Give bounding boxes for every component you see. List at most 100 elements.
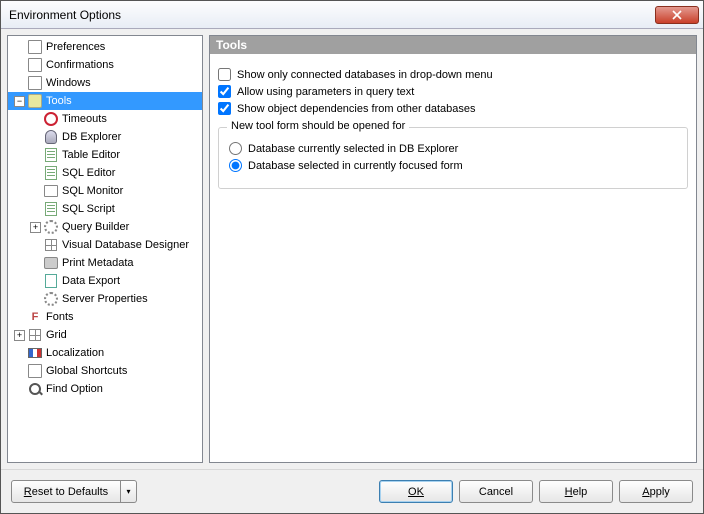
expander-spacer <box>14 60 25 71</box>
tree-item-label: Table Editor <box>62 149 120 161</box>
box-icon <box>27 57 43 73</box>
tree-item-label: Timeouts <box>62 113 107 125</box>
reset-defaults-button[interactable]: Reset to Defaults <box>11 480 121 503</box>
reset-defaults-split: Reset to Defaults ▾ <box>11 480 137 503</box>
expander-spacer <box>14 366 25 377</box>
grid-icon <box>43 237 59 253</box>
tree-item-query-builder[interactable]: + Query Builder <box>8 218 202 236</box>
export-icon <box>43 273 59 289</box>
tree-item-label: Data Export <box>62 275 120 287</box>
checkbox-label: Show only connected databases in drop-do… <box>237 69 493 81</box>
close-button[interactable] <box>655 6 699 24</box>
expander-spacer <box>14 78 25 89</box>
tree-item-data-export[interactable]: Data Export <box>8 272 202 290</box>
tree-item-global-shortcuts[interactable]: Global Shortcuts <box>8 362 202 380</box>
tree-item-timeouts[interactable]: Timeouts <box>8 110 202 128</box>
tree-item-label: Windows <box>46 77 91 89</box>
tree-item-label: Visual Database Designer <box>62 239 189 251</box>
tree-item-label: Query Builder <box>62 221 129 233</box>
tree-item-visual-database-designer[interactable]: Visual Database Designer <box>8 236 202 254</box>
panel-body: Show only connected databases in drop-do… <box>210 54 696 199</box>
apply-button[interactable]: Apply <box>619 480 693 503</box>
expander-spacer <box>30 258 41 269</box>
tree-item-sql-monitor[interactable]: SQL Monitor <box>8 182 202 200</box>
expander-spacer <box>14 312 25 323</box>
navigation-tree[interactable]: Preferences Confirmations Windows − Tools Tim… <box>7 35 203 463</box>
print-icon <box>43 255 59 271</box>
radio-label: Database selected in currently focused f… <box>248 160 463 172</box>
search-icon <box>27 381 43 397</box>
expander-spacer <box>30 150 41 161</box>
tree-item-db-explorer[interactable]: DB Explorer <box>8 128 202 146</box>
tree-item-tools[interactable]: − Tools <box>8 92 202 110</box>
tree-item-label: Confirmations <box>46 59 114 71</box>
tree-item-sql-script[interactable]: SQL Script <box>8 200 202 218</box>
box-icon <box>27 39 43 55</box>
checkbox-row: Show only connected databases in drop-do… <box>218 68 688 81</box>
tree-item-label: Find Option <box>46 383 103 395</box>
expand-icon[interactable]: + <box>14 330 25 341</box>
expander-spacer <box>30 240 41 251</box>
new-tool-form-group: New tool form should be opened for Datab… <box>218 127 688 189</box>
expander-spacer <box>14 348 25 359</box>
checkbox-1[interactable] <box>218 85 231 98</box>
environment-options-window: Environment Options Preferences Confirmat… <box>0 0 704 514</box>
radio-label: Database currently selected in DB Explor… <box>248 143 458 155</box>
reset-defaults-dropdown[interactable]: ▾ <box>121 480 137 503</box>
group-legend: New tool form should be opened for <box>227 120 409 132</box>
radio-row: Database selected in currently focused f… <box>229 159 677 172</box>
radio-0[interactable] <box>229 142 242 155</box>
tree-item-label: Grid <box>46 329 67 341</box>
gear-icon <box>43 219 59 235</box>
expander-spacer <box>30 204 41 215</box>
tree-item-label: DB Explorer <box>62 131 121 143</box>
window-title: Environment Options <box>9 8 655 22</box>
checkbox-row: Show object dependencies from other data… <box>218 102 688 115</box>
ok-button[interactable]: OK <box>379 480 453 503</box>
box-icon <box>27 363 43 379</box>
expander-spacer <box>30 132 41 143</box>
settings-panel: Tools Show only connected databases in d… <box>209 35 697 463</box>
collapse-icon[interactable]: − <box>14 96 25 107</box>
expander-spacer <box>14 384 25 395</box>
cancel-button[interactable]: Cancel <box>459 480 533 503</box>
tree-item-sql-editor[interactable]: SQL Editor <box>8 164 202 182</box>
db-icon <box>43 129 59 145</box>
tree-item-table-editor[interactable]: Table Editor <box>8 146 202 164</box>
tree-item-localization[interactable]: Localization <box>8 344 202 362</box>
expander-spacer <box>30 294 41 305</box>
tree-item-grid[interactable]: + Grid <box>8 326 202 344</box>
checkbox-row: Allow using parameters in query text <box>218 85 688 98</box>
tree-item-label: Tools <box>46 95 72 107</box>
box-icon <box>27 75 43 91</box>
titlebar: Environment Options <box>1 1 703 29</box>
checkbox-2[interactable] <box>218 102 231 115</box>
tree-item-label: Server Properties <box>62 293 148 305</box>
radio-1[interactable] <box>229 159 242 172</box>
checkbox-label: Show object dependencies from other data… <box>237 103 476 115</box>
close-icon <box>672 10 682 20</box>
tree-item-print-metadata[interactable]: Print Metadata <box>8 254 202 272</box>
font-icon: F <box>27 309 43 325</box>
tree-item-server-properties[interactable]: Server Properties <box>8 290 202 308</box>
tree-item-confirmations[interactable]: Confirmations <box>8 56 202 74</box>
tree-item-find-option[interactable]: Find Option <box>8 380 202 398</box>
checkbox-label: Allow using parameters in query text <box>237 86 414 98</box>
sheet-icon <box>43 201 59 217</box>
tree-item-label: Fonts <box>46 311 74 323</box>
expander-spacer <box>30 114 41 125</box>
gear-icon <box>43 291 59 307</box>
button-row: Reset to Defaults ▾ OK Cancel Help Apply <box>1 469 703 513</box>
grid-icon <box>27 327 43 343</box>
tree-item-windows[interactable]: Windows <box>8 74 202 92</box>
tree-item-label: Localization <box>46 347 104 359</box>
checkbox-0[interactable] <box>218 68 231 81</box>
tree-item-label: Preferences <box>46 41 105 53</box>
expander-spacer <box>30 168 41 179</box>
tree-item-preferences[interactable]: Preferences <box>8 38 202 56</box>
expand-icon[interactable]: + <box>30 222 41 233</box>
tree-item-fonts[interactable]: FFonts <box>8 308 202 326</box>
help-button[interactable]: Help <box>539 480 613 503</box>
tree-item-label: SQL Editor <box>62 167 115 179</box>
content-area: Preferences Confirmations Windows − Tools Tim… <box>1 29 703 469</box>
